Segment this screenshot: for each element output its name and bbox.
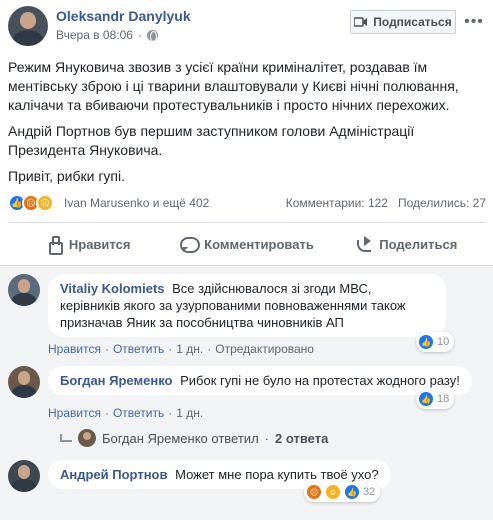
post-counts: Комментарии: 122 Поделились: 27 (286, 196, 486, 210)
reply-arrow-icon (60, 434, 72, 442)
comment-bubble: Vitaliy Kolomiets Все здійснювалося зі з… (48, 274, 446, 337)
comment-button[interactable]: Комментировать (167, 230, 326, 258)
like-icon (45, 236, 63, 255)
comment-time[interactable]: 1 дн. (176, 342, 203, 356)
view-replies-link[interactable]: Богдан Яременко ответил · 2 ответа (60, 429, 328, 447)
comment-reactions[interactable]: ☹ ☺ 👍 32 (304, 482, 381, 502)
post-text: Режим Януковича звозив з усієї країни кр… (8, 58, 488, 193)
commenter-avatar[interactable] (8, 366, 40, 398)
comment-text: Рибок гупі не було на протестах жодного … (180, 373, 460, 388)
commenter-avatar[interactable] (8, 274, 40, 306)
comment-reactions-count: 18 (437, 393, 450, 405)
share-label: Поделиться (379, 236, 458, 252)
comment-reactions[interactable]: 👍 10 (416, 332, 455, 352)
commenter-name[interactable]: Vitaliy Kolomiets (60, 281, 165, 296)
angry-reaction-icon: ☹ (306, 484, 322, 500)
comment-text: Может мне пора купить твоё ухо? (175, 467, 379, 482)
comment-reactions-count: 10 (437, 336, 450, 348)
like-label: Нравится (68, 236, 131, 252)
post-paragraph: Привіт, рибки гупі. (8, 168, 126, 184)
divider (8, 222, 486, 223)
post-paragraph: Режим Януковича звозив з усієї країни кр… (8, 59, 459, 113)
like-button[interactable]: Нравится (8, 230, 167, 258)
reaction-icons[interactable]: 👍 ☹ ☹ (8, 194, 54, 212)
shares-count[interactable]: Поделились: 27 (398, 196, 486, 210)
more-options-button[interactable]: ••• (462, 10, 486, 34)
share-button[interactable]: Поделиться (327, 230, 486, 258)
post-actions: Нравится Комментировать Поделиться (8, 230, 486, 258)
subscribe-icon (354, 17, 368, 27)
comment-reply-link[interactable]: Ответить (113, 342, 164, 356)
comment-label: Комментировать (204, 236, 314, 252)
post-paragraph: Андрій Портнов був першим заступником го… (8, 123, 415, 158)
comment-like-link[interactable]: Нравится (48, 342, 101, 356)
comment-icon (180, 236, 201, 253)
comment-meta: Нравится · Ответить · 1 дн. (48, 406, 204, 420)
comment-edited[interactable]: Отредактировано (215, 342, 314, 356)
author-avatar[interactable] (8, 6, 48, 46)
comments-count[interactable]: Комментарии: 122 (286, 196, 388, 210)
post-meta: Вчера в 08:06 · (56, 28, 158, 42)
subscribe-label: Подписаться (373, 15, 452, 29)
author-name[interactable]: Oleksandr Danylyuk (56, 8, 191, 24)
replier-name: Богдан Яременко ответил (102, 430, 259, 446)
share-icon (355, 236, 372, 252)
laugh-reaction-icon: ☺ (325, 484, 341, 500)
comment-meta: Нравится · Ответить · 1 дн. · Отредактирова… (48, 342, 314, 356)
comment-time[interactable]: 1 дн. (176, 406, 203, 420)
commenter-avatar[interactable] (8, 460, 40, 492)
replies-count: 2 ответа (275, 430, 329, 446)
comment-like-link[interactable]: Нравится (48, 406, 101, 420)
reactions-summary: 👍 ☹ ☹ Ivan Marusenko и ещё 402 Комментар… (8, 194, 486, 212)
commenter-name[interactable]: Богдан Яременко (60, 373, 172, 388)
comment-reply-link[interactable]: Ответить (113, 406, 164, 420)
replies-separator: · (264, 430, 269, 446)
comments-section: Vitaliy Kolomiets Все здійснювалося зі з… (0, 265, 493, 520)
reaction-names[interactable]: Ivan Marusenko и ещё 402 (64, 196, 209, 210)
subscribe-button[interactable]: Подписаться (350, 10, 456, 34)
comment-reactions-count: 32 (363, 486, 376, 498)
commenter-name[interactable]: Андрей Портнов (60, 467, 167, 482)
like-reaction-icon: 👍 (344, 484, 360, 500)
replier-avatar (78, 429, 96, 447)
sad-reaction-icon: ☹ (36, 194, 54, 212)
globe-icon (146, 29, 158, 42)
post-time[interactable]: Вчера в 08:06 (56, 28, 133, 42)
like-reaction-icon: 👍 (418, 391, 434, 407)
comment-bubble: Богдан Яременко Рибок гупі не було на пр… (48, 366, 472, 395)
comment-reactions[interactable]: 👍 18 (416, 389, 455, 409)
like-reaction-icon: 👍 (418, 334, 434, 350)
